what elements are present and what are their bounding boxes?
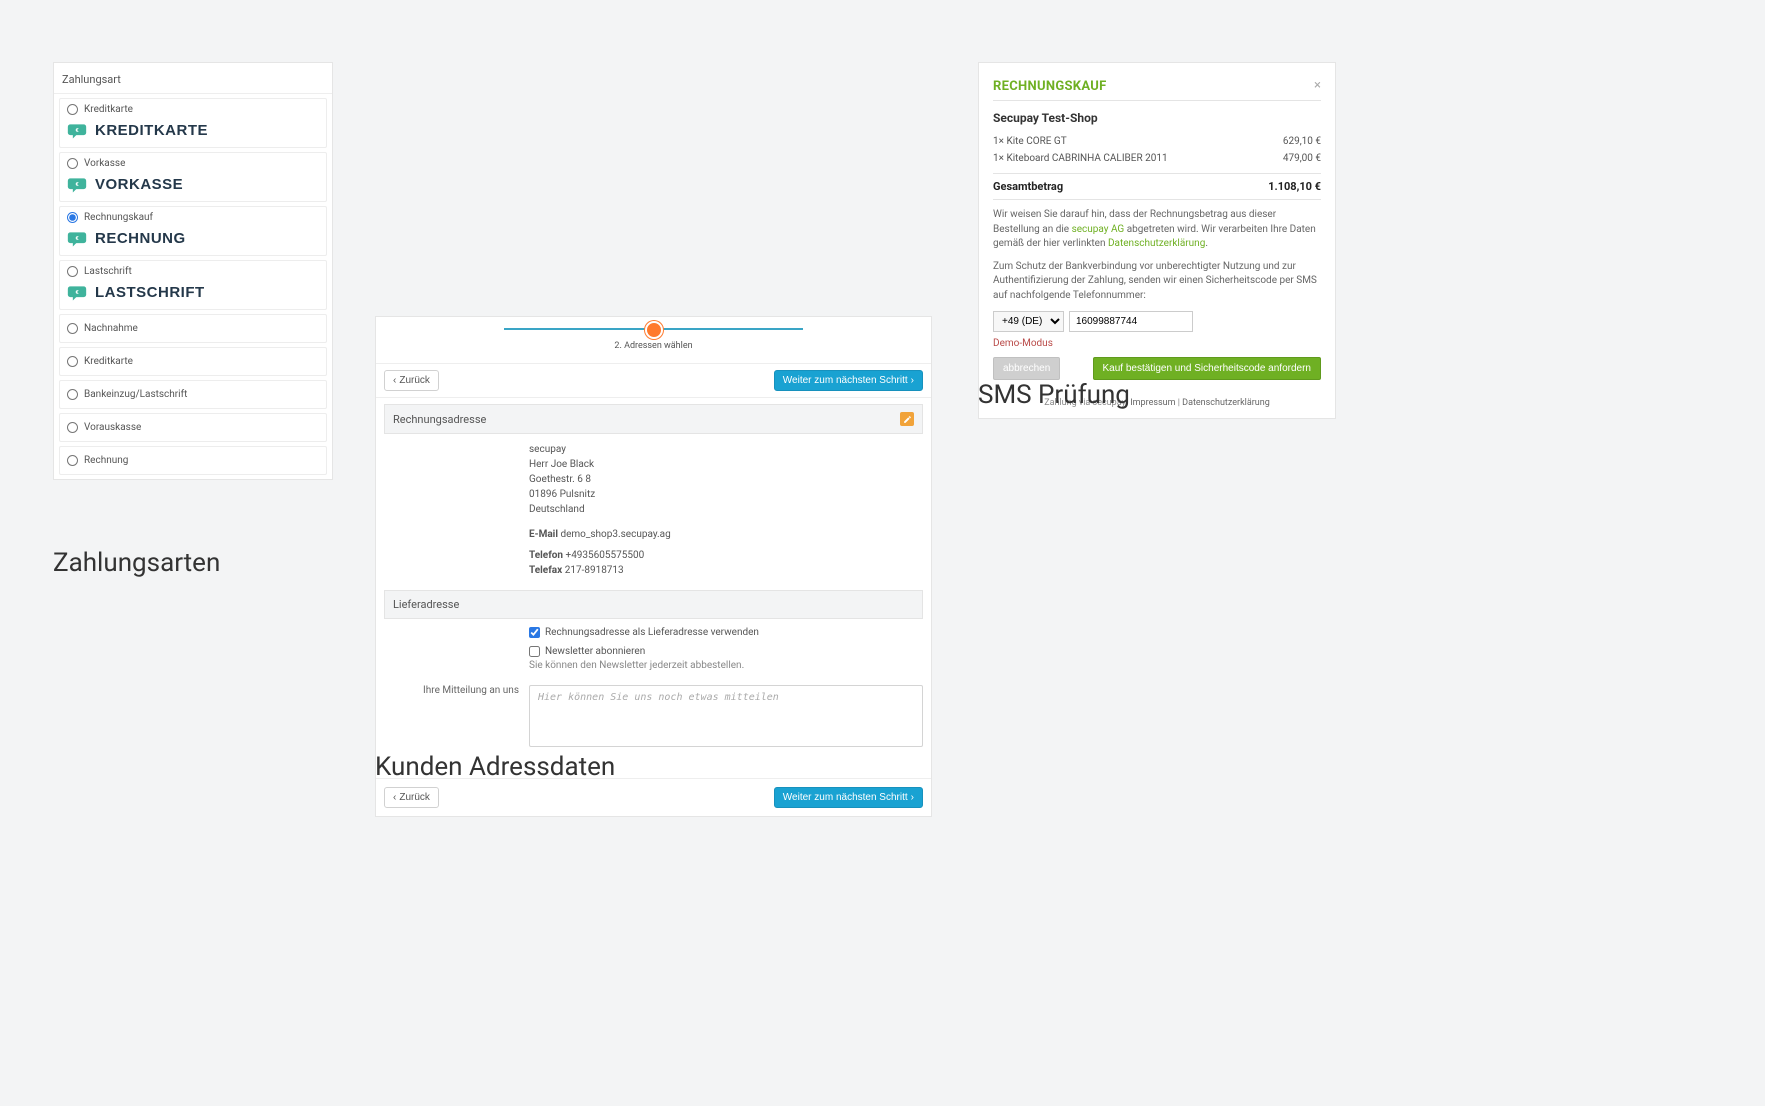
payment-option[interactable]: Lastschrift € LASTSCHRIFT <box>59 260 327 310</box>
payment-option[interactable]: Vorkasse € VORKASSE <box>59 152 327 202</box>
billing-address-block: secupay Herr Joe Black Goethestr. 6 8 01… <box>529 442 923 578</box>
message-label: Ihre Mitteilung an uns <box>384 685 529 750</box>
close-icon[interactable]: × <box>1314 79 1321 92</box>
payment-brand: € VORKASSE <box>67 176 319 193</box>
payment-radio-row[interactable]: Lastschrift <box>67 266 319 277</box>
address-form-panel: 2. Adressen wählen ‹Zurück Weiter zum nä… <box>375 316 932 817</box>
caption-sms: SMS Prüfung <box>978 380 1130 410</box>
next-button[interactable]: Weiter zum nächsten Schritt› <box>774 787 923 808</box>
speech-bubble-icon: € <box>67 123 87 139</box>
link-impressum[interactable]: Impressum <box>1130 398 1175 408</box>
demo-mode-label: Demo-Modus <box>993 338 1321 349</box>
phone-input[interactable] <box>1069 311 1193 332</box>
payment-brand: € LASTSCHRIFT <box>67 284 319 301</box>
payment-radio-row[interactable]: Vorkasse <box>67 158 319 169</box>
payment-brand: € RECHNUNG <box>67 230 319 247</box>
line-item: 1× Kite CORE GT629,10 € <box>993 133 1321 150</box>
link-privacy-footer[interactable]: Datenschutzerklärung <box>1182 398 1270 408</box>
chevron-right-icon: › <box>911 792 914 803</box>
back-button[interactable]: ‹Zurück <box>384 370 439 391</box>
payment-radio-row[interactable]: Rechnungskauf <box>67 212 319 223</box>
billing-address-header: Rechnungsadresse <box>384 404 923 434</box>
payment-option[interactable]: Vorauskasse <box>59 413 327 442</box>
link-privacy[interactable]: Datenschutzerklärung <box>1108 238 1205 249</box>
link-secupay-ag[interactable]: secupay AG <box>1072 224 1125 235</box>
chevron-left-icon: ‹ <box>393 375 396 386</box>
payment-option[interactable]: Kreditkarte <box>59 347 327 376</box>
chevron-right-icon: › <box>911 375 914 386</box>
payment-option[interactable]: Rechnungskauf € RECHNUNG <box>59 206 327 256</box>
shipping-address-header: Lieferadresse <box>384 590 923 619</box>
payment-radio[interactable] <box>67 389 78 400</box>
payment-option[interactable]: Kreditkarte € KREDITKARTE <box>59 98 327 148</box>
pencil-icon <box>903 415 912 424</box>
edit-billing-button[interactable] <box>900 412 914 426</box>
payment-radio[interactable] <box>67 158 78 169</box>
legal-note-2: Zum Schutz der Bankverbindung vor unbere… <box>993 260 1321 304</box>
cancel-button[interactable]: abbrechen <box>993 357 1060 380</box>
speech-bubble-icon: € <box>67 285 87 301</box>
confirm-button[interactable]: Kauf bestätigen und Sicherheitscode anfo… <box>1093 357 1321 380</box>
payment-option[interactable]: Nachnahme <box>59 314 327 343</box>
checkout-stepper: 2. Adressen wählen <box>376 317 931 363</box>
payment-methods-heading: Zahlungsart <box>54 63 332 94</box>
shop-name: Secupay Test-Shop <box>993 111 1321 125</box>
dialog-title: RECHNUNGSKAUF <box>993 79 1107 94</box>
stepper-current-dot <box>645 321 663 339</box>
back-button[interactable]: ‹Zurück <box>384 787 439 808</box>
payment-radio[interactable] <box>67 323 78 334</box>
payment-brand: € KREDITKARTE <box>67 122 319 139</box>
newsletter-checkbox[interactable]: Newsletter abonnieren <box>529 646 923 657</box>
newsletter-help-text: Sie können den Newsletter jederzeit abbe… <box>529 660 923 671</box>
speech-bubble-icon: € <box>67 231 87 247</box>
payment-radio[interactable] <box>67 104 78 115</box>
stepper-label: 2. Adressen wählen <box>376 341 931 351</box>
next-button[interactable]: Weiter zum nächsten Schritt› <box>774 370 923 391</box>
payment-methods-panel: Zahlungsart Kreditkarte € KREDITKARTE Vo… <box>53 62 333 480</box>
payment-option[interactable]: Rechnung <box>59 446 327 475</box>
chevron-left-icon: ‹ <box>393 792 396 803</box>
payment-radio[interactable] <box>67 422 78 433</box>
caption-adressdaten: Kunden Adressdaten <box>375 752 615 782</box>
dial-code-select[interactable]: +49 (DE) <box>993 311 1064 332</box>
payment-option[interactable]: Bankeinzug/Lastschrift <box>59 380 327 409</box>
caption-zahlungsarten: Zahlungsarten <box>53 548 220 578</box>
payment-radio[interactable] <box>67 356 78 367</box>
line-item: 1× Kiteboard CABRINHA CALIBER 2011479,00… <box>993 150 1321 167</box>
payment-radio[interactable] <box>67 212 78 223</box>
total-row: Gesamtbetrag1.108,10 € <box>993 173 1321 200</box>
payment-radio-row[interactable]: Kreditkarte <box>67 104 319 115</box>
payment-radio[interactable] <box>67 266 78 277</box>
legal-note-1: Wir weisen Sie darauf hin, dass der Rech… <box>993 208 1321 252</box>
sms-dialog: RECHNUNGSKAUF × Secupay Test-Shop 1× Kit… <box>978 62 1336 419</box>
payment-radio[interactable] <box>67 455 78 466</box>
message-textarea[interactable] <box>529 685 923 747</box>
use-billing-checkbox[interactable]: Rechnungsadresse als Lieferadresse verwe… <box>529 627 923 638</box>
speech-bubble-icon: € <box>67 177 87 193</box>
